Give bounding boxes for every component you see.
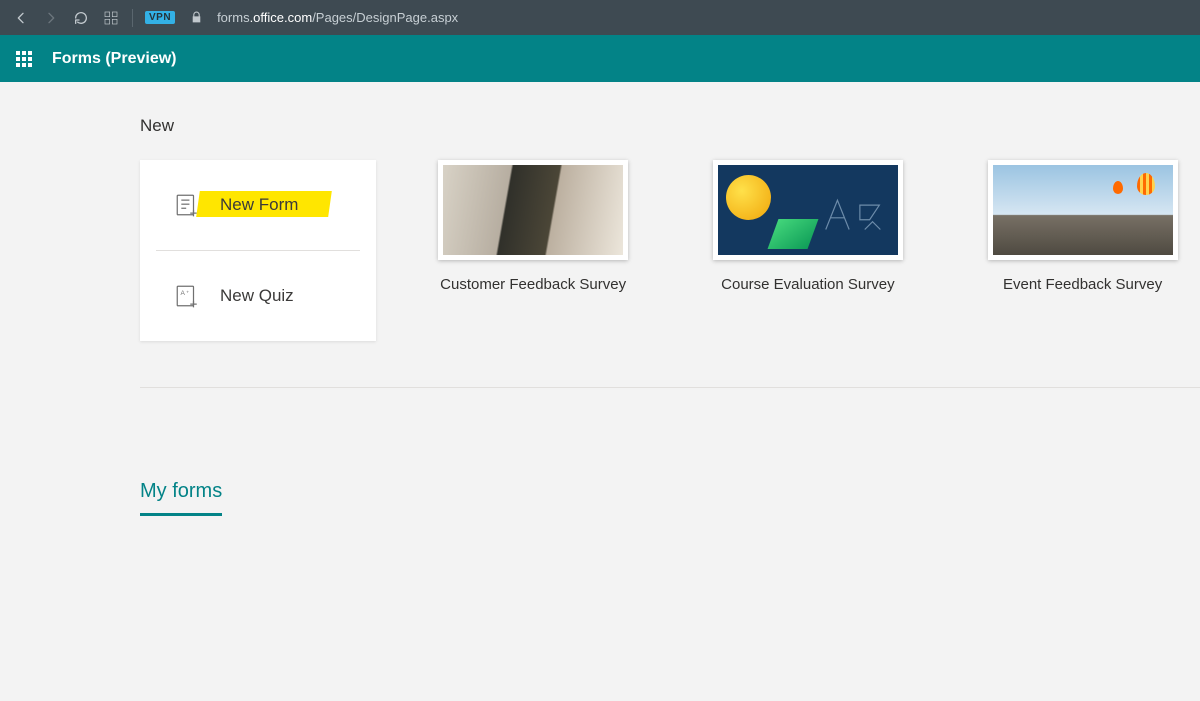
template-course-evaluation[interactable]: Course Evaluation Survey	[691, 160, 926, 293]
svg-text:A: A	[181, 290, 186, 297]
tab-my-forms[interactable]: My forms	[140, 480, 222, 516]
new-form-button[interactable]: New Form	[140, 160, 376, 250]
vpn-badge: VPN	[145, 11, 175, 24]
quiz-icon: A+	[174, 283, 200, 309]
url-domain: .office.com	[250, 10, 313, 25]
svg-text:+: +	[186, 291, 189, 296]
template-customer-feedback[interactable]: Customer Feedback Survey	[416, 160, 651, 293]
template-event-feedback[interactable]: Event Feedback Survey	[965, 160, 1200, 293]
back-icon[interactable]	[12, 9, 30, 27]
template-thumbnail	[988, 160, 1178, 260]
template-gallery: New Form A+ New Quiz Customer Feedback S…	[140, 160, 1200, 341]
template-thumbnail	[713, 160, 903, 260]
app-header: Forms (Preview)	[0, 35, 1200, 82]
app-launcher-icon[interactable]	[16, 51, 32, 67]
page-body: New New Form A+ New Quiz Custom	[0, 82, 1200, 516]
apps-grid-icon[interactable]	[102, 9, 120, 27]
chrome-separator	[132, 9, 133, 27]
url-bar[interactable]: forms.office.com/Pages/DesignPage.aspx	[217, 10, 458, 25]
template-label: Customer Feedback Survey	[416, 276, 651, 293]
template-label: Course Evaluation Survey	[691, 276, 926, 293]
url-subdomain: forms	[217, 10, 250, 25]
new-quiz-label: New Quiz	[220, 286, 294, 306]
reload-icon[interactable]	[72, 9, 90, 27]
template-label: Event Feedback Survey	[965, 276, 1200, 293]
new-quiz-button[interactable]: A+ New Quiz	[140, 251, 376, 341]
template-thumbnail	[438, 160, 628, 260]
lock-icon	[187, 9, 205, 27]
create-card: New Form A+ New Quiz	[140, 160, 376, 341]
browser-chrome: VPN forms.office.com/Pages/DesignPage.as…	[0, 0, 1200, 35]
highlight-annotation	[196, 191, 332, 217]
gallery-divider	[140, 387, 1200, 388]
app-title: Forms (Preview)	[52, 50, 176, 68]
forward-icon	[42, 9, 60, 27]
url-path: /Pages/DesignPage.aspx	[312, 10, 458, 25]
content-tabs: My forms	[140, 480, 1200, 516]
new-section-label: New	[140, 116, 1200, 136]
